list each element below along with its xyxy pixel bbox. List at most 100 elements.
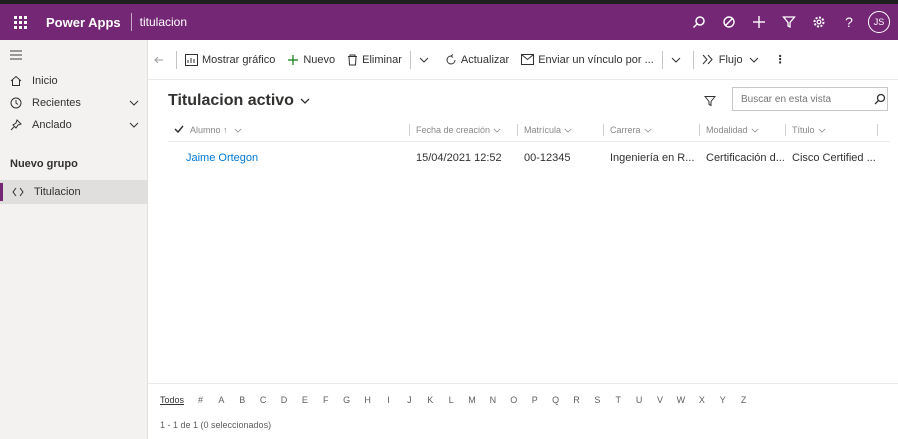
jump-link[interactable]: D bbox=[274, 395, 295, 405]
sidebar-item-recientes[interactable]: Recientes bbox=[0, 92, 147, 114]
search-icon[interactable] bbox=[873, 88, 887, 110]
sidebar-item-anclado[interactable]: Anclado bbox=[0, 114, 147, 136]
column-header-modalidad[interactable]: Modalidad bbox=[700, 118, 786, 142]
command-bar: Mostrar gráfico Nuevo Eliminar Actualiza… bbox=[148, 40, 898, 80]
app-name[interactable]: titulacion bbox=[140, 15, 187, 29]
jump-link[interactable]: K bbox=[420, 395, 441, 405]
jump-link[interactable]: # bbox=[190, 395, 211, 405]
sidebar-group-title: Nuevo grupo bbox=[10, 158, 78, 170]
clock-icon bbox=[8, 97, 24, 109]
select-all-checkmark-icon[interactable] bbox=[174, 125, 184, 135]
jump-link[interactable]: F bbox=[315, 395, 336, 405]
jump-link[interactable]: G bbox=[336, 395, 357, 405]
search-box bbox=[732, 87, 888, 111]
settings-icon[interactable] bbox=[804, 4, 834, 40]
divider bbox=[409, 50, 411, 69]
jump-link[interactable]: M bbox=[462, 395, 483, 405]
cell-alumno-link[interactable]: Jaime Ortegon bbox=[180, 146, 410, 170]
sidebar-item-label: Recientes bbox=[32, 97, 81, 109]
refresh-label: Actualizar bbox=[460, 53, 510, 66]
jump-link[interactable]: S bbox=[587, 395, 608, 405]
jump-link[interactable]: J bbox=[399, 395, 420, 405]
jump-link[interactable]: Q bbox=[545, 395, 566, 405]
jump-link[interactable]: X bbox=[691, 395, 712, 405]
new-button[interactable]: Nuevo bbox=[281, 47, 341, 73]
plus-icon bbox=[288, 54, 299, 65]
delete-label: Eliminar bbox=[362, 53, 402, 66]
email-link-label: Enviar un vínculo por ... bbox=[538, 53, 654, 66]
divider bbox=[176, 50, 177, 69]
jump-link[interactable]: P bbox=[524, 395, 545, 405]
table-row[interactable]: Jaime Ortegon 15/04/2021 12:52 00-12345 … bbox=[168, 146, 890, 170]
column-header-fecha[interactable]: Fecha de creación bbox=[410, 118, 518, 142]
chevron-down-icon bbox=[644, 128, 651, 133]
more-email-options-button[interactable] bbox=[665, 47, 691, 73]
jump-link[interactable]: Z bbox=[733, 395, 754, 405]
column-header-titulo[interactable]: Título bbox=[786, 118, 878, 142]
entity-icon bbox=[10, 186, 26, 198]
brand-title[interactable]: Power Apps bbox=[40, 15, 131, 30]
jump-bar: Todos # A B C D E F G H I J K L M N O P … bbox=[148, 383, 898, 415]
cell-modalidad: Certificación d... bbox=[706, 152, 785, 164]
chevron-down-icon bbox=[234, 128, 242, 133]
jump-link[interactable]: N bbox=[482, 395, 503, 405]
sidebar-item-titulacion[interactable]: Titulacion bbox=[0, 180, 147, 204]
cell-matricula: 00-12345 bbox=[524, 152, 571, 164]
jump-link[interactable]: I bbox=[378, 395, 399, 405]
selected-indicator bbox=[0, 183, 3, 201]
chevron-down-icon bbox=[564, 128, 572, 133]
column-label: Matrícula bbox=[524, 125, 562, 135]
jump-link[interactable]: L bbox=[441, 395, 462, 405]
search-input[interactable] bbox=[741, 93, 873, 105]
chevron-down-icon bbox=[419, 57, 429, 63]
search-icon[interactable] bbox=[684, 4, 714, 40]
chevron-down-icon bbox=[818, 128, 825, 133]
target-icon[interactable] bbox=[714, 4, 744, 40]
plus-icon[interactable] bbox=[744, 4, 774, 40]
sidebar-item-label: Anclado bbox=[32, 119, 72, 131]
more-commands-button[interactable]: ⋮ bbox=[769, 47, 792, 73]
flow-button[interactable]: Flujo bbox=[696, 47, 769, 73]
flow-label: Flujo bbox=[718, 53, 743, 66]
column-header-alumno[interactable]: Alumno ↑ bbox=[168, 118, 410, 142]
chevron-down-icon[interactable] bbox=[129, 119, 139, 131]
jump-link[interactable]: H bbox=[357, 395, 378, 405]
jump-link[interactable]: W bbox=[670, 395, 691, 405]
sidebar: Inicio Recientes Anclado Nuevo grupo Tit… bbox=[0, 40, 148, 439]
column-header-carrera[interactable]: Carrera bbox=[604, 118, 700, 142]
filter-icon[interactable] bbox=[700, 92, 720, 110]
jump-link[interactable]: B bbox=[232, 395, 253, 405]
delete-button[interactable]: Eliminar bbox=[341, 47, 408, 73]
back-button[interactable] bbox=[148, 47, 174, 73]
jump-link[interactable]: V bbox=[650, 395, 671, 405]
jump-link-all[interactable]: Todos bbox=[160, 395, 190, 405]
more-delete-options-button[interactable] bbox=[413, 47, 439, 73]
jump-link[interactable]: R bbox=[566, 395, 587, 405]
show-chart-label: Mostrar gráfico bbox=[202, 53, 276, 66]
view-selector[interactable]: Titulacion activo bbox=[168, 92, 310, 110]
jump-link[interactable]: C bbox=[253, 395, 274, 405]
grid-header: Alumno ↑ Fecha de creación Matrícula Car… bbox=[168, 118, 890, 142]
sidebar-item-inicio[interactable]: Inicio bbox=[0, 70, 147, 92]
hamburger-menu-icon[interactable] bbox=[0, 40, 147, 70]
jump-link[interactable]: T bbox=[608, 395, 629, 405]
email-link-button[interactable]: Enviar un vínculo por ... bbox=[515, 47, 660, 73]
back-arrow-icon bbox=[154, 56, 163, 63]
jump-link[interactable]: A bbox=[211, 395, 232, 405]
refresh-button[interactable]: Actualizar bbox=[439, 47, 515, 73]
avatar[interactable]: JS bbox=[868, 11, 890, 33]
cell-fecha: 15/04/2021 12:52 bbox=[416, 152, 502, 164]
show-chart-button[interactable]: Mostrar gráfico bbox=[179, 47, 281, 73]
app-launcher-icon[interactable] bbox=[0, 4, 40, 40]
more-icon: ⋮ bbox=[774, 54, 786, 66]
jump-link[interactable]: U bbox=[629, 395, 650, 405]
chevron-down-icon bbox=[751, 128, 759, 133]
cell-carrera: Ingeniería en R... bbox=[610, 152, 695, 164]
jump-link[interactable]: E bbox=[294, 395, 315, 405]
jump-link[interactable]: O bbox=[503, 395, 524, 405]
help-icon[interactable]: ? bbox=[834, 4, 864, 40]
filter-icon[interactable] bbox=[774, 4, 804, 40]
column-header-matricula[interactable]: Matrícula bbox=[518, 118, 604, 142]
jump-link[interactable]: Y bbox=[712, 395, 733, 405]
chevron-down-icon[interactable] bbox=[129, 97, 139, 109]
